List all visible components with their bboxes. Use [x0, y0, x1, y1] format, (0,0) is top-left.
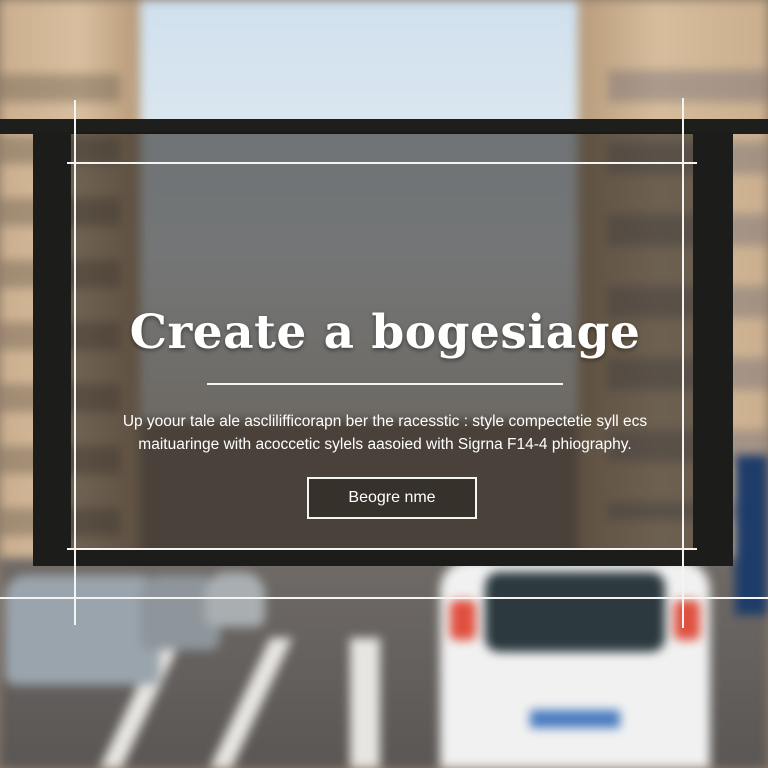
frame-line-top	[67, 162, 697, 164]
cta-button[interactable]: Beogre nme	[307, 477, 477, 519]
frame-line-right	[682, 98, 684, 628]
frame-line-left	[74, 100, 76, 625]
hero-subtitle: Up yoour tale ale asclilifficorapn ber t…	[110, 410, 660, 456]
hero-subtitle-line-2: maituaringe with acoccetic sylels aasoie…	[138, 436, 632, 453]
lane-marking	[350, 638, 380, 768]
background-sign	[735, 455, 768, 615]
background-car	[5, 575, 160, 685]
frame-line-bottom	[67, 548, 697, 550]
frame-line-lower	[0, 597, 768, 599]
background-van	[440, 560, 710, 768]
title-divider	[207, 383, 563, 385]
hero-subtitle-line-1: Up yoour tale ale asclilifficorapn ber t…	[122, 413, 648, 430]
background-car	[205, 572, 265, 627]
hero-title: Create a bogesiage	[129, 305, 641, 360]
